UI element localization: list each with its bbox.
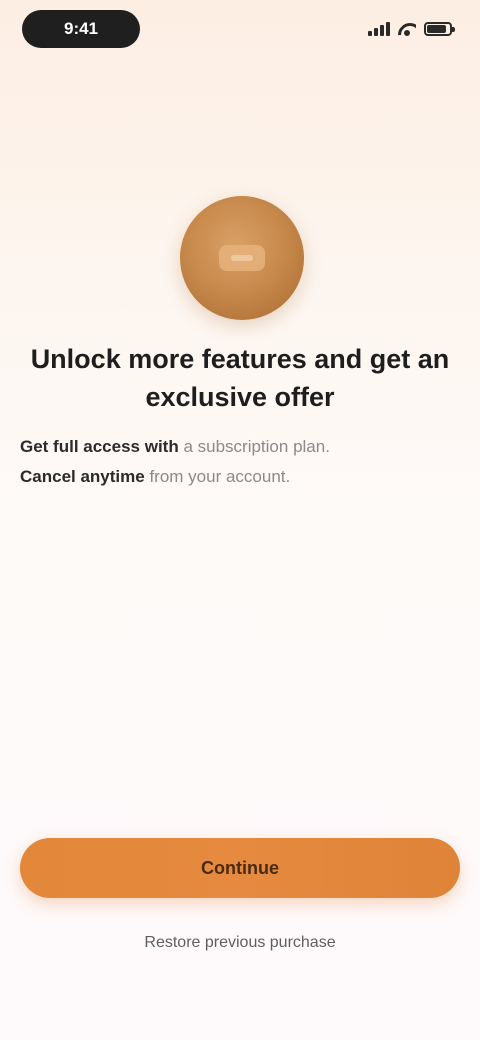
- battery-icon: [424, 22, 455, 36]
- emblem-glyph: [219, 245, 265, 271]
- status-time: 9:41: [22, 10, 140, 48]
- coin-emblem-icon: [180, 196, 304, 320]
- status-icons: [368, 20, 455, 38]
- status-bar: 9:41: [0, 0, 480, 64]
- restore-purchase-link[interactable]: Restore previous purchase: [40, 934, 440, 952]
- description: Get full access with a subscription plan…: [20, 432, 460, 492]
- description-rest-2: from your account.: [144, 467, 291, 486]
- page-title: Unlock more features and get an exclusiv…: [30, 344, 450, 412]
- description-line-1: Get full access with a subscription plan…: [20, 432, 460, 462]
- description-strong: Get full access with: [20, 437, 179, 456]
- description-line-2: Cancel anytime from your account.: [20, 462, 460, 492]
- signal-icon: [368, 22, 390, 36]
- description-strong-2: Cancel anytime: [20, 467, 145, 486]
- continue-button[interactable]: Continue: [20, 838, 460, 898]
- wifi-icon: [398, 23, 416, 36]
- description-rest: a subscription plan.: [178, 437, 330, 456]
